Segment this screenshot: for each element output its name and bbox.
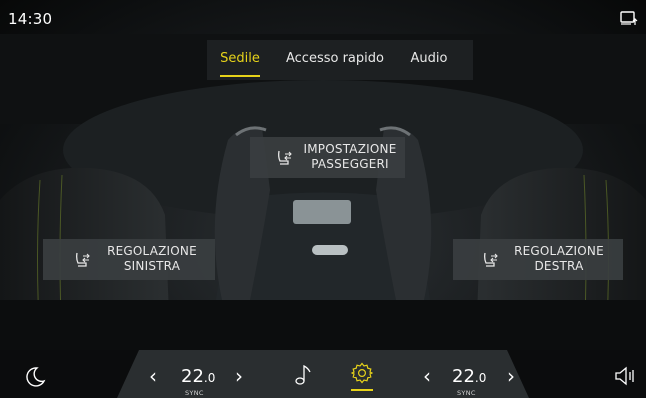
- settings-gear-icon[interactable]: [351, 362, 373, 384]
- settings-active-indicator: [351, 389, 373, 391]
- right-temp-value: 22: [452, 366, 475, 387]
- tab-label: Sedile: [220, 51, 260, 66]
- left-temp-display: 22.0: [181, 366, 215, 387]
- right-seat-adjust-button[interactable]: REGOLAZIONE DESTRA: [453, 239, 623, 280]
- left-temp-decimal: .0: [203, 371, 216, 385]
- climate-panel: ‹ 22.0 SYNC › ‹ 22.0 SYNC ›: [117, 350, 529, 398]
- left-temp-sync-label: SYNC: [185, 389, 204, 397]
- right-temp-display: 22.0: [452, 366, 486, 387]
- right-temp-decrease-button[interactable]: ‹: [423, 366, 431, 386]
- screen-mirror-icon[interactable]: [620, 10, 638, 26]
- tab-bar: Sedile Accesso rapido Audio: [207, 40, 473, 80]
- right-temp-increase-button[interactable]: ›: [507, 366, 515, 386]
- button-label-line1: IMPOSTAZIONE: [303, 142, 397, 156]
- clock-time: 14:30: [8, 10, 53, 28]
- right-temp-sync-label: SYNC: [457, 389, 476, 397]
- left-temp-decrease-button[interactable]: ‹: [149, 366, 157, 386]
- left-temp-value: 22: [181, 366, 204, 387]
- seat-settings-screen: 14:30 Sedile Accesso rapido Audio IMPOST…: [0, 0, 646, 398]
- button-label-line2: SINISTRA: [123, 259, 181, 273]
- music-note-icon[interactable]: [294, 364, 312, 386]
- button-label-line2: DESTRA: [534, 259, 584, 273]
- button-label-line2: PASSEGGERI: [311, 157, 389, 171]
- button-label-line1: REGOLAZIONE: [107, 244, 197, 258]
- tab-label: Audio: [410, 51, 448, 66]
- status-bar: 14:30: [0, 0, 646, 34]
- tab-label: Accesso rapido: [286, 51, 384, 66]
- tab-sedile[interactable]: Sedile: [207, 40, 273, 80]
- seat-adjust-icon: [484, 252, 498, 267]
- night-mode-icon[interactable]: [24, 366, 46, 388]
- passenger-seat-setup-button[interactable]: IMPOSTAZIONE PASSEGGERI: [250, 137, 405, 178]
- volume-icon[interactable]: [614, 366, 638, 386]
- right-temp-decimal: .0: [474, 371, 487, 385]
- tab-active-indicator: [220, 75, 260, 77]
- button-label-line1: REGOLAZIONE: [514, 244, 604, 258]
- left-seat-adjust-button[interactable]: REGOLAZIONE SINISTRA: [43, 239, 215, 280]
- tab-audio[interactable]: Audio: [399, 40, 459, 80]
- tab-accesso-rapido[interactable]: Accesso rapido: [279, 40, 391, 80]
- seat-adjust-icon: [278, 150, 292, 165]
- seat-adjust-icon: [76, 252, 90, 267]
- left-temp-increase-button[interactable]: ›: [235, 366, 243, 386]
